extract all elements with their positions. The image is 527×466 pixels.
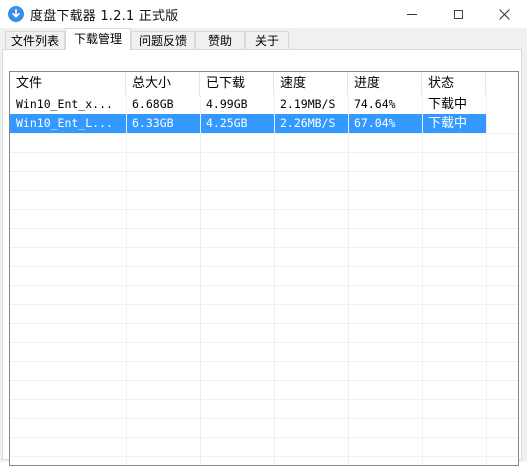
tab-file-list[interactable]: 文件列表 [5,31,65,49]
grid-line-horizontal [10,456,518,457]
grid-line-vertical [126,95,127,465]
grid-line-vertical [200,95,201,465]
grid-line-horizontal [10,418,518,419]
tab-about[interactable]: 关于 [245,31,289,49]
column-header-progress[interactable]: 进度 [348,72,422,95]
close-button[interactable] [481,0,527,28]
download-arrow-icon [8,6,24,22]
grid-line-horizontal [10,171,518,172]
grid-line-horizontal [10,323,518,324]
grid-line-horizontal [10,285,518,286]
cell-speed: 2.26MB/S [280,116,336,130]
column-header-status[interactable]: 状态 [422,72,486,95]
table-row-selected[interactable]: Win10_Ent_L... 6.33GB 4.25GB 2.26MB/S 67… [10,114,486,133]
grid-line-horizontal [10,342,518,343]
grid-line-horizontal [10,437,518,438]
grid-line-vertical [348,95,349,465]
table-row[interactable]: Win10_Ent_x... 6.68GB 4.99GB 2.19MB/S 74… [10,95,518,114]
grid-line-horizontal [10,228,518,229]
tab-sponsor[interactable]: 赞助 [195,31,245,49]
grid-line-horizontal [10,361,518,362]
table-header: 文件 总大小 已下载 速度 进度 状态 [10,72,518,95]
grid-line-horizontal [10,152,518,153]
tab-download-manager[interactable]: 下载管理 [65,28,131,50]
grid-line-horizontal [10,247,518,248]
grid-line-horizontal [10,380,518,381]
cell-status: 下载中 [428,116,468,131]
cell-total: 6.68GB [132,97,174,111]
window-client: 文件列表 下载管理 问题反馈 赞助 关于 文件 总大小 已下载 速度 进度 状态… [0,28,527,466]
cell-file: Win10_Ent_x... [16,97,113,111]
download-list[interactable]: 文件 总大小 已下载 速度 进度 状态 Win10_Ent_x... 6.68G… [9,71,519,466]
column-header-downloaded[interactable]: 已下载 [200,72,274,95]
grid-line-vertical [274,95,275,465]
download-manager-panel: 文件 总大小 已下载 速度 进度 状态 Win10_Ent_x... 6.68G… [2,49,522,466]
column-header-total-size[interactable]: 总大小 [126,72,200,95]
minimize-icon [407,13,417,15]
window-title: 度盘下载器 1.2.1 正式版 [30,9,179,24]
grid-line-horizontal [10,266,518,267]
column-header-file[interactable]: 文件 [10,72,126,95]
title-bar: 度盘下载器 1.2.1 正式版 [0,0,527,28]
grid-line-horizontal [10,209,518,210]
cell-total: 6.33GB [132,116,174,130]
cell-speed: 2.19MB/S [280,97,336,111]
cell-downloaded: 4.99GB [206,97,248,111]
minimize-button[interactable] [389,0,435,28]
cell-downloaded: 4.25GB [206,116,248,130]
maximize-icon [453,9,463,19]
cell-progress: 74.64% [354,97,396,111]
grid-line-horizontal [10,133,518,134]
column-header-speed[interactable]: 速度 [274,72,348,95]
cell-progress: 67.04% [354,116,396,130]
maximize-button[interactable] [435,0,481,28]
tab-feedback[interactable]: 问题反馈 [131,31,195,49]
grid-line-vertical [422,95,423,465]
grid-line-horizontal [10,399,518,400]
grid-line-horizontal [10,304,518,305]
cell-file: Win10_Ent_L... [16,116,113,130]
cell-status: 下载中 [428,97,468,112]
close-icon [498,8,510,20]
grid-line-vertical [486,95,487,465]
grid-line-horizontal [10,190,518,191]
